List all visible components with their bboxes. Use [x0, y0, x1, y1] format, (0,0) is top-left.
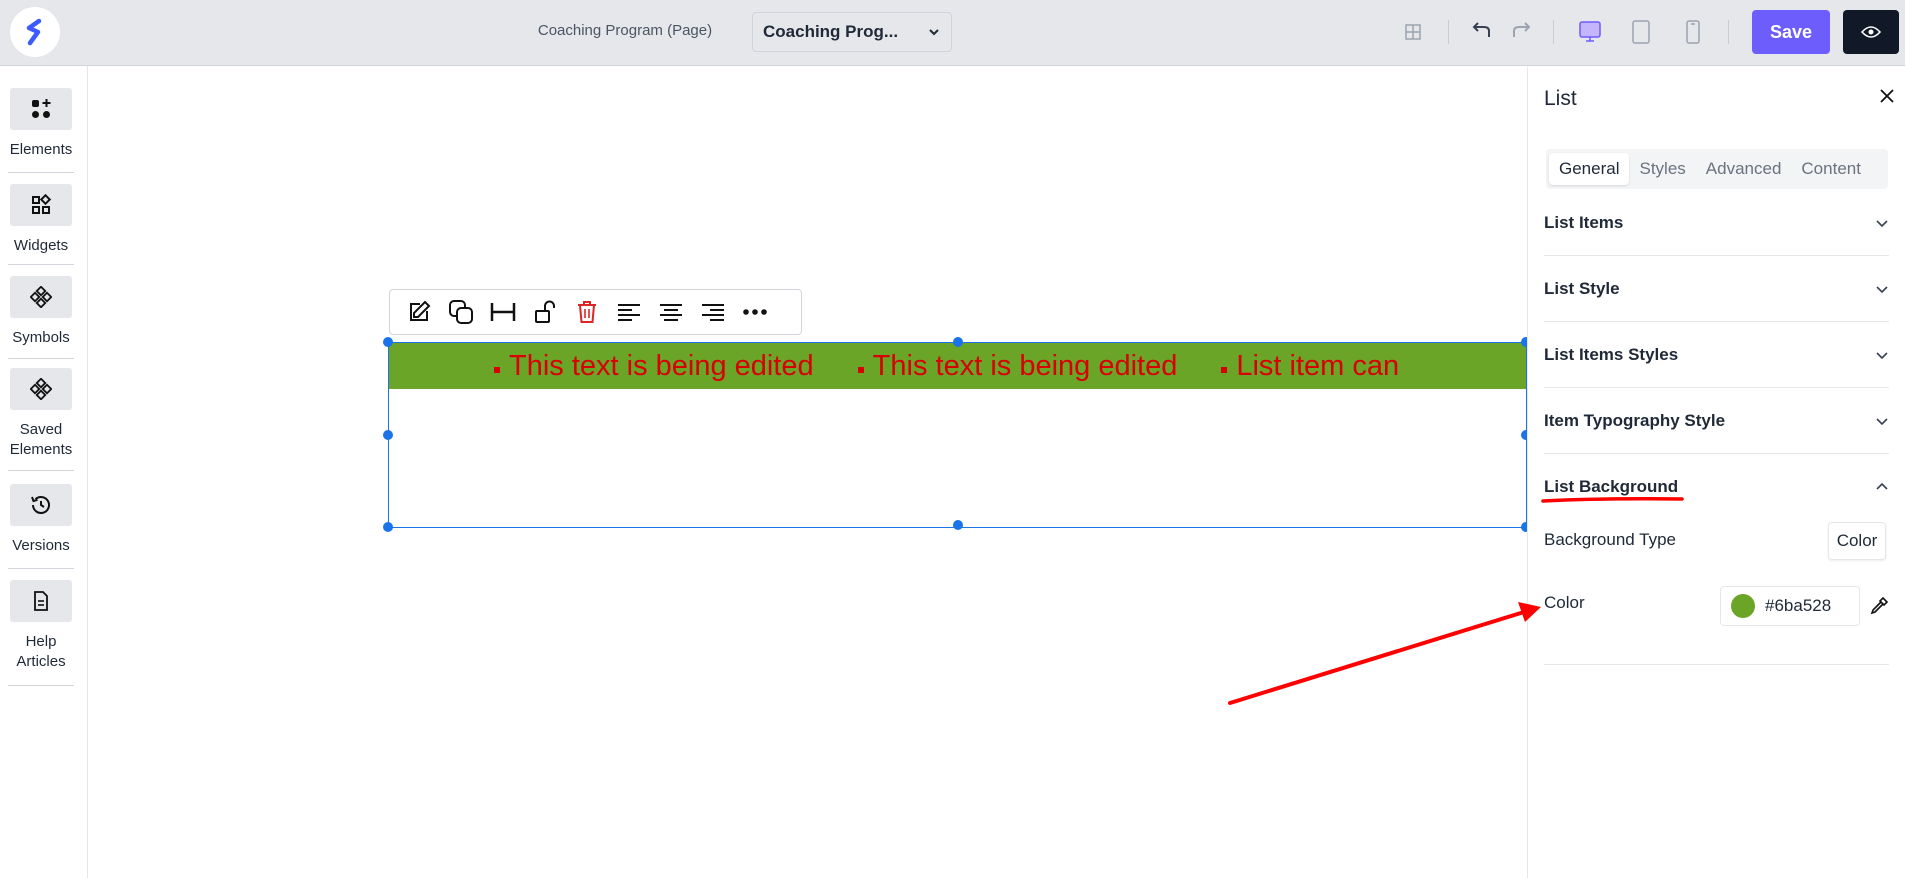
section-title: Item Typography Style [1544, 410, 1726, 430]
page-select-value: Coaching Prog... [763, 22, 899, 41]
properties-panel: List General Styles Advanced Content Lis… [1527, 67, 1905, 878]
sidebar-label: Widgets [13, 237, 69, 254]
list-item[interactable]: This text is being edited [858, 350, 1178, 383]
desktop-icon[interactable] [1576, 18, 1604, 46]
tab-advanced[interactable]: Advanced [1696, 153, 1792, 185]
color-label: Color [1544, 593, 1585, 612]
elements-icon [32, 99, 51, 118]
page-select[interactable]: Coaching Prog... [752, 12, 952, 52]
sidebar-item-help-articles[interactable]: Help Articles [8, 580, 74, 672]
sidebar-item-saved-elements[interactable]: Saved Elements [8, 368, 74, 460]
symbols-icon [30, 286, 52, 308]
history-icon [31, 496, 50, 514]
align-left-icon [618, 304, 640, 321]
sidebar-label: Saved Elements [9, 421, 73, 458]
section-divider [1544, 664, 1889, 665]
section-list-items-styles[interactable]: List Items Styles [1544, 322, 1889, 388]
save-button[interactable]: Save [1752, 10, 1830, 54]
panel-title: List [1544, 87, 1577, 110]
section-list-items[interactable]: List Items [1544, 190, 1889, 256]
section-title: List Items Styles [1544, 344, 1679, 364]
align-right-icon [702, 304, 724, 321]
chevron-down-icon [1876, 219, 1888, 227]
list-item[interactable]: This text is being edited [494, 350, 814, 383]
tab-styles[interactable]: Styles [1629, 153, 1695, 185]
copy-icon [449, 300, 473, 324]
sidebar-label: Versions [12, 537, 70, 554]
close-button[interactable] [1878, 87, 1898, 107]
unlock-button[interactable] [524, 292, 566, 332]
more-icon [743, 309, 767, 315]
undo-icon[interactable] [1467, 18, 1495, 46]
section-title: List Style [1544, 278, 1620, 298]
more-button[interactable] [734, 292, 776, 332]
resize-handle[interactable] [383, 522, 393, 532]
align-center-button[interactable] [650, 292, 692, 332]
background-type-select[interactable]: Color [1828, 522, 1886, 560]
logo-icon [26, 18, 42, 46]
eye-icon [1861, 26, 1881, 38]
align-right-button[interactable] [692, 292, 734, 332]
chevron-down-icon [929, 29, 939, 36]
resize-handle[interactable] [383, 430, 393, 440]
chevron-down-icon [1876, 351, 1888, 359]
redo-icon[interactable] [1508, 18, 1536, 46]
eyedropper-button[interactable] [1866, 593, 1892, 619]
grid-icon[interactable] [1399, 18, 1427, 46]
pencil-icon [410, 300, 431, 321]
sidebar-item-widgets[interactable]: Widgets [8, 184, 74, 256]
section-list-background[interactable]: List Background [1544, 454, 1889, 520]
tab-general[interactable]: General [1549, 153, 1630, 185]
sidebar-item-symbols[interactable]: Symbols [8, 276, 74, 348]
color-swatch[interactable] [1731, 594, 1755, 618]
unlock-icon [535, 300, 555, 323]
edit-button[interactable] [398, 292, 440, 332]
list-container: This text is being edited This text is b… [389, 343, 1526, 389]
close-icon [1880, 89, 1894, 103]
selected-list-element[interactable]: This text is being edited This text is b… [383, 337, 1531, 532]
chevron-down-icon [1876, 417, 1888, 425]
section-title: List Items [1544, 212, 1624, 232]
resize-handle[interactable] [383, 337, 393, 347]
element-toolbar [389, 289, 802, 335]
tablet-icon[interactable] [1627, 18, 1655, 46]
sidebar-label: Symbols [12, 329, 70, 346]
background-type-label: Background Type [1544, 530, 1676, 549]
full-width-button[interactable] [482, 292, 524, 332]
panel-tabs: General Styles Advanced Content [1546, 149, 1888, 189]
align-left-button[interactable] [608, 292, 650, 332]
sidebar-item-elements[interactable]: Elements [8, 88, 74, 160]
preview-button[interactable] [1843, 10, 1899, 54]
section-item-typography-style[interactable]: Item Typography Style [1544, 388, 1889, 454]
delete-button[interactable] [566, 292, 608, 332]
list-item[interactable]: List item can [1221, 350, 1399, 383]
section-list-style[interactable]: List Style [1544, 256, 1889, 322]
resize-handle[interactable] [953, 337, 963, 347]
widgets-icon [32, 194, 52, 214]
chevron-down-icon [1876, 285, 1888, 293]
left-sidebar: Elements Widgets Symbols Saved Elements … [0, 66, 88, 878]
sidebar-label: Elements [9, 141, 73, 158]
eyedropper-icon [1870, 596, 1889, 615]
tab-content[interactable]: Content [1791, 153, 1871, 185]
duplicate-button[interactable] [440, 292, 482, 332]
sidebar-item-versions[interactable]: Versions [8, 484, 74, 556]
trash-icon [578, 301, 596, 323]
color-field[interactable]: #6ba528 [1720, 586, 1860, 626]
color-value: #6ba528 [1765, 596, 1832, 615]
page-label: Coaching Program (Page) [537, 22, 713, 39]
align-center-icon [660, 304, 682, 321]
sidebar-label: Help Articles [16, 633, 66, 670]
width-icon [490, 303, 516, 321]
document-icon [34, 591, 48, 611]
saved-elements-icon [30, 378, 52, 400]
top-bar: Coaching Program (Page) Coaching Prog...… [0, 0, 1905, 66]
chevron-up-icon [1876, 482, 1888, 490]
editor-canvas[interactable]: This text is being edited This text is b… [89, 67, 1531, 878]
app-logo[interactable] [10, 7, 60, 57]
mobile-icon[interactable] [1679, 18, 1707, 46]
section-title: List Background [1544, 477, 1679, 496]
resize-handle[interactable] [953, 520, 963, 530]
